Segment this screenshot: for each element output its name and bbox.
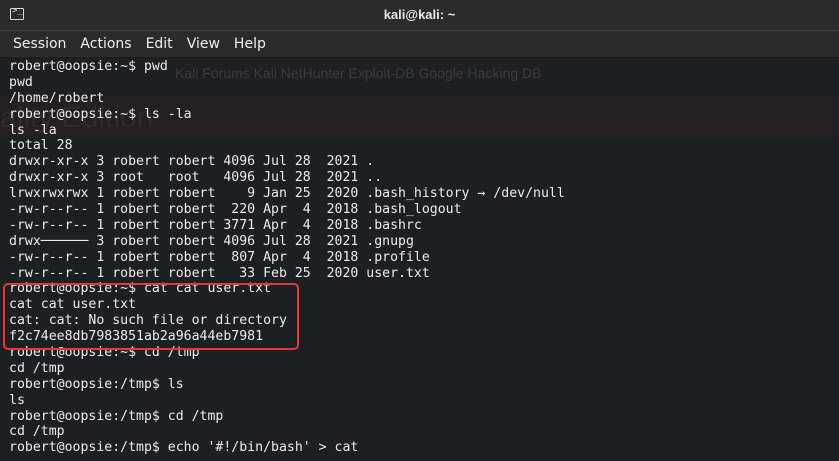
terminal-line: -rw-r--r-- 1 robert robert 33 Feb 25 202… (9, 265, 430, 281)
window-title: kali@kali: ~ (383, 7, 456, 22)
terminal-line: pwd (9, 74, 33, 90)
terminal-line: ls (9, 392, 25, 408)
terminal-line: robert@oopsie:/tmp$ ls (9, 376, 184, 392)
terminal-line: cd /tmp (9, 424, 65, 440)
terminal-output[interactable]: Kali Forums Kali NetHunter Exploit-DB Go… (0, 57, 839, 461)
terminal-line: total 28 (9, 138, 73, 154)
terminal-line: f2c74ee8db7983851ab2a96a44eb7981 (9, 329, 264, 345)
terminal-line: -rw-r--r-- 1 robert robert 807 Apr 4 201… (9, 249, 430, 265)
menu-help[interactable]: Help (227, 36, 273, 52)
terminal-lines: robert@oopsie:~$ pwd pwd/home/robert rober… (9, 59, 565, 456)
terminal-line: robert@oopsie:~$ cat cat user.txt (9, 281, 272, 297)
terminal-line: lrwxrwxrwx 1 robert robert 9 Jan 25 2020… (9, 186, 565, 202)
terminal-line: drwxr-xr-x 3 robert robert 4096 Jul 28 2… (9, 154, 375, 170)
terminal-line: robert@oopsie:~$ cd /tmp (9, 345, 200, 361)
scrollbar[interactable] (833, 57, 839, 461)
menu-view[interactable]: View (180, 36, 227, 52)
menu-actions[interactable]: Actions (73, 36, 138, 52)
title-bar[interactable]: >_ kali@kali: ~ (0, 0, 839, 31)
terminal-line: drwxr-xr-x 3 root root 4096 Jul 28 2021 … (9, 170, 383, 186)
terminal-line: robert@oopsie:~$ ls -la (9, 106, 192, 122)
menu-bar: Session Actions Edit View Help (0, 31, 839, 57)
terminal-line: cat: cat: No such file or directory (9, 313, 287, 329)
terminal-line: robert@oopsie:/tmp$ echo '#!/bin/bash' >… (9, 440, 359, 456)
terminal-line: drwx────── 3 robert robert 4096 Jul 28 2… (9, 233, 414, 249)
terminal-window: >_ kali@kali: ~ Session Actions Edit Vie… (0, 0, 839, 461)
terminal-line: -rw-r--r-- 1 robert robert 3771 Apr 4 20… (9, 217, 422, 233)
terminal-line: cat cat user.txt (9, 297, 137, 313)
terminal-line: cd /tmp (9, 360, 65, 376)
terminal-line: robert@oopsie:/tmp$ cd /tmp (9, 408, 224, 424)
terminal-line: /home/robert (9, 90, 105, 106)
terminal-line: robert@oopsie:~$ pwd (9, 59, 168, 74)
menu-edit[interactable]: Edit (139, 36, 180, 52)
terminal-line: -rw-r--r-- 1 robert robert 220 Apr 4 201… (9, 202, 462, 218)
terminal-line: ls -la (9, 122, 57, 138)
menu-session[interactable]: Session (0, 36, 73, 52)
